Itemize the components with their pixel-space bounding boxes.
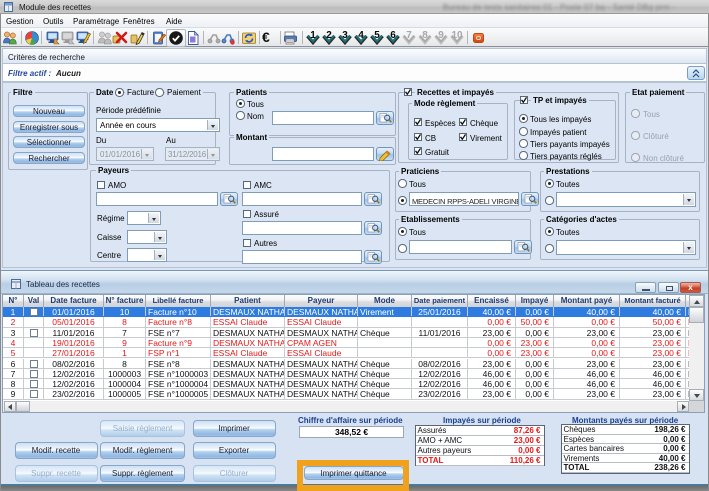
svg-text:4: 4 [358,30,364,41]
svg-text:2: 2 [326,30,332,41]
svg-text:7: 7 [406,30,412,41]
svg-text:6: 6 [390,30,396,41]
svg-text:10: 10 [452,30,464,41]
svg-text:3: 3 [342,30,348,41]
svg-text:9: 9 [438,30,444,41]
svg-text:5: 5 [374,30,380,41]
svg-text:1: 1 [310,30,316,41]
svg-text:8: 8 [422,30,428,41]
